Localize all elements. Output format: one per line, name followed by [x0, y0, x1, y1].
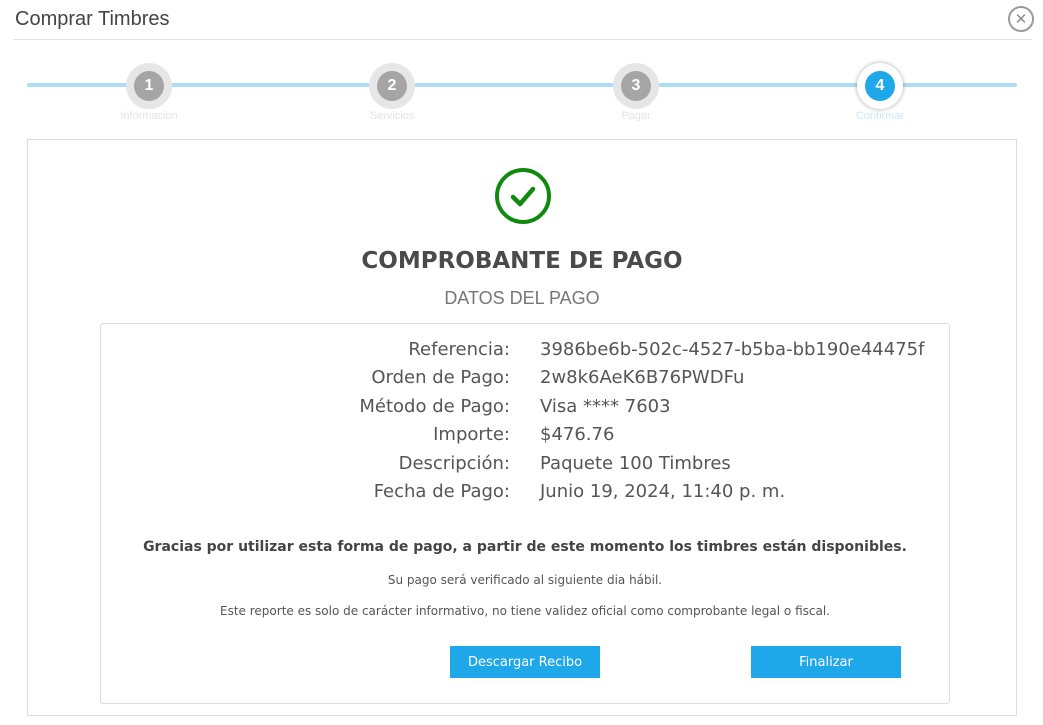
- step-circle: 4: [857, 63, 903, 109]
- progress-stepper: 1 Informacion 2 Servicios 3 Pagar 4 Conf…: [0, 60, 1043, 130]
- detail-row-method: Método de Pago: Visa **** 7603: [101, 396, 949, 424]
- step-circle: 1: [126, 63, 172, 109]
- detail-label: Orden de Pago:: [371, 367, 510, 389]
- receipt-title: COMPROBANTE DE PAGO: [361, 248, 683, 274]
- detail-label: Fecha de Pago:: [373, 480, 510, 502]
- detail-value: $476.76: [540, 424, 615, 446]
- step-label: Confirmar: [855, 110, 905, 122]
- step-number: 4: [865, 71, 895, 101]
- step-label: Informacion: [120, 110, 178, 122]
- detail-label: Importe:: [433, 424, 510, 446]
- thank-you-message: Gracias por utilizar esta forma de pago,…: [143, 539, 907, 555]
- verification-note: Su pago será verificado al siguiente dia…: [387, 573, 663, 587]
- detail-value: 2w8k6AeK6B76PWDFu: [540, 367, 745, 389]
- detail-value: Junio 19, 2024, 11:40 p. m.: [540, 480, 786, 502]
- detail-row-description: Descripción: Paquete 100 Timbres: [101, 453, 949, 481]
- step-label: Servicios: [369, 110, 415, 122]
- modal-header: Comprar Timbres: [13, 0, 1032, 40]
- detail-label: Referencia:: [408, 339, 510, 360]
- step-number: 2: [377, 71, 407, 101]
- disclaimer-note: Este reporte es solo de carácter informa…: [220, 604, 830, 618]
- step-number: 3: [621, 71, 651, 101]
- detail-value: 3986be6b-502c-4527-b5ba-bb190e44475f: [540, 339, 925, 360]
- detail-label: Descripción:: [398, 452, 510, 474]
- step-circle: 2: [369, 63, 415, 109]
- payment-details: Referencia: 3986be6b-502c-4527-b5ba-bb19…: [101, 339, 949, 509]
- receipt-card: COMPROBANTE DE PAGO DATOS DEL PAGO Refer…: [27, 139, 1017, 716]
- step-pagar[interactable]: 3 Pagar: [576, 63, 696, 122]
- step-servicios[interactable]: 2 Servicios: [332, 63, 452, 122]
- step-number: 1: [134, 71, 164, 101]
- check-circle-icon: [495, 168, 551, 224]
- step-circle: 3: [613, 63, 659, 109]
- detail-row-amount: Importe: $476.76: [101, 424, 949, 452]
- finish-button[interactable]: Finalizar: [751, 646, 901, 678]
- payment-details-panel: Referencia: 3986be6b-502c-4527-b5ba-bb19…: [100, 323, 950, 704]
- receipt-subtitle: DATOS DEL PAGO: [444, 288, 600, 308]
- detail-row-date: Fecha de Pago: Junio 19, 2024, 11:40 p. …: [101, 481, 949, 509]
- modal-title: Comprar Timbres: [15, 8, 170, 30]
- detail-value: Visa **** 7603: [540, 395, 671, 417]
- detail-label: Método de Pago:: [359, 395, 510, 417]
- detail-row-reference: Referencia: 3986be6b-502c-4527-b5ba-bb19…: [101, 339, 949, 367]
- step-confirmar[interactable]: 4 Confirmar: [820, 63, 940, 122]
- detail-value: Paquete 100 Timbres: [540, 452, 731, 474]
- download-receipt-button[interactable]: Descargar Recibo: [450, 646, 600, 678]
- step-label: Pagar: [621, 110, 651, 122]
- close-icon[interactable]: ✕: [1008, 6, 1034, 32]
- detail-row-order: Orden de Pago: 2w8k6AeK6B76PWDFu: [101, 367, 949, 395]
- step-informacion[interactable]: 1 Informacion: [89, 63, 209, 122]
